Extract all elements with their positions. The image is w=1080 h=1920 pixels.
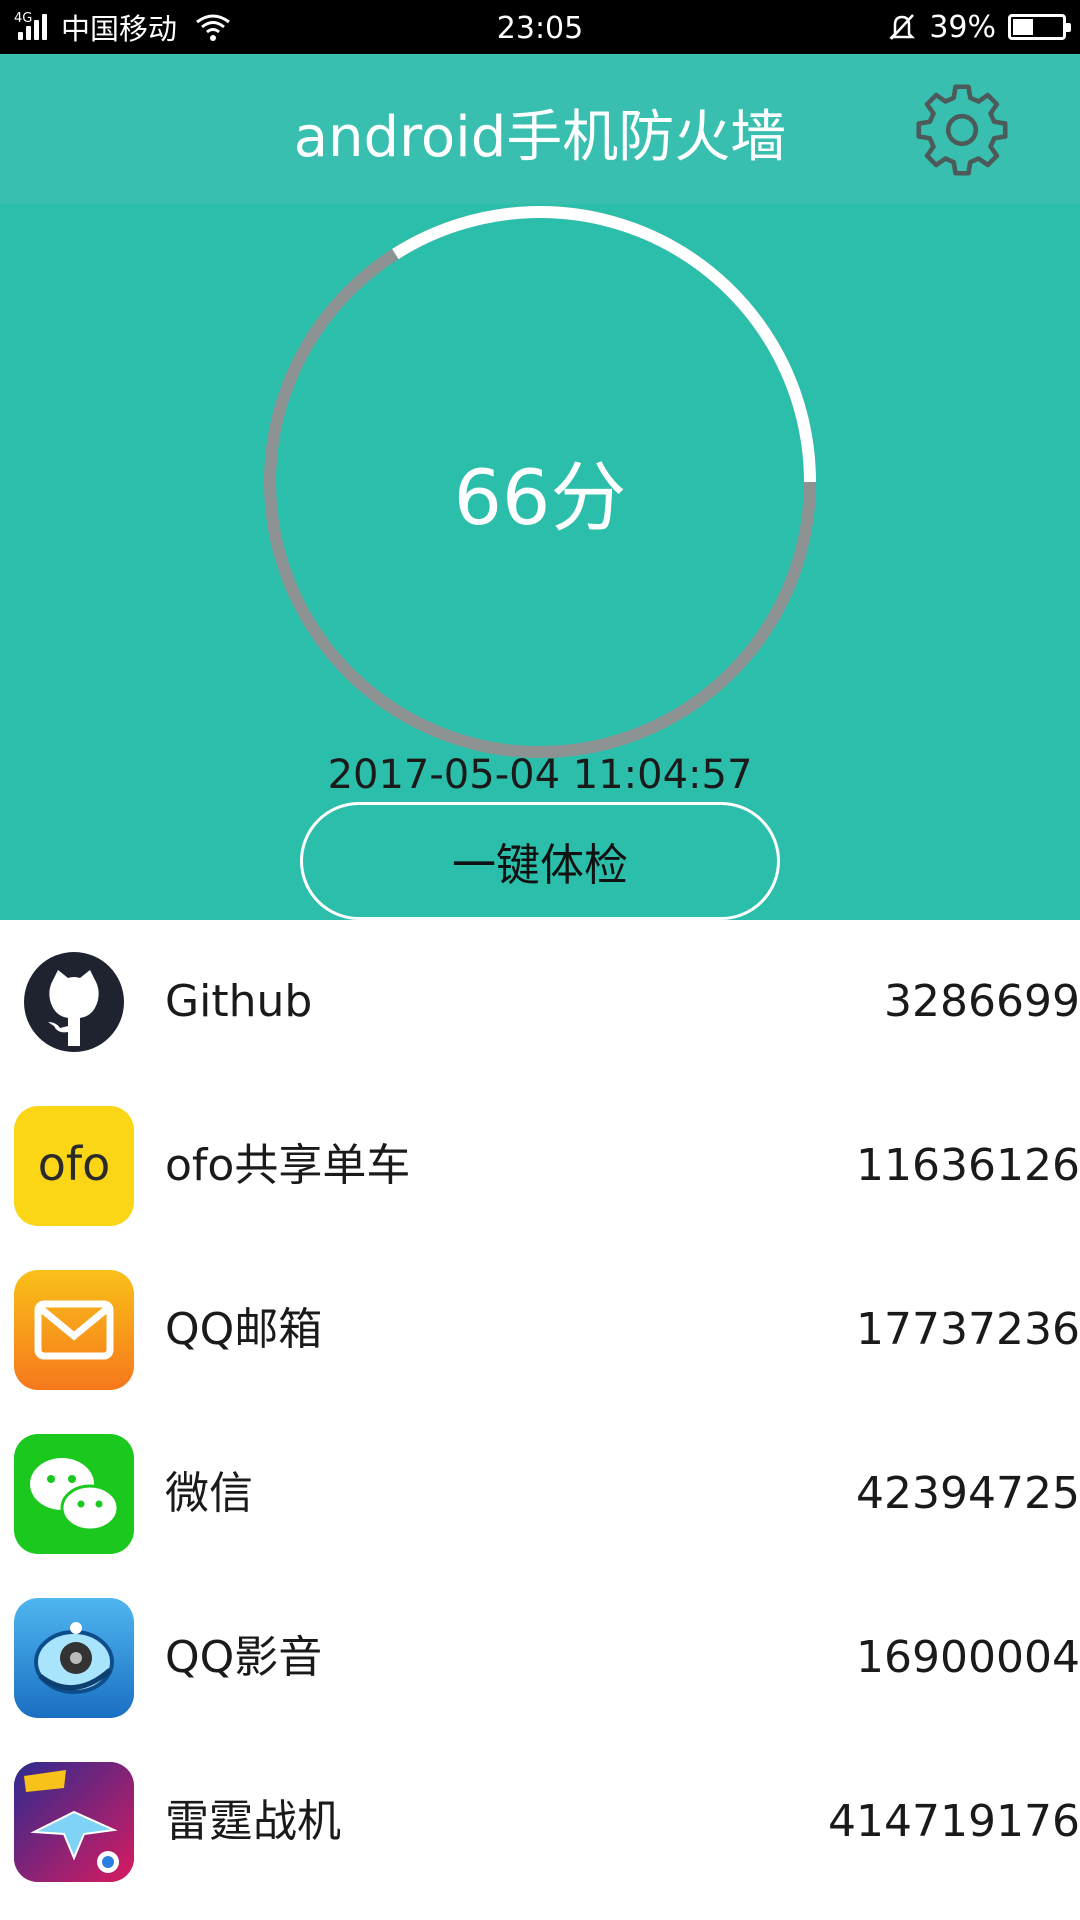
list-item[interactable]: QQ影音 16900004	[0, 1576, 1080, 1740]
svg-text:ofo: ofo	[38, 1137, 110, 1191]
qq-mail-icon	[14, 1270, 134, 1390]
qq-player-icon	[14, 1598, 134, 1718]
app-name: ofo共享单车	[165, 1140, 411, 1191]
score-panel: 66分 2017-05-04 11:04:57 一键体检	[0, 204, 1080, 920]
thunder-fighter-icon	[14, 1762, 134, 1882]
app-value: 17737236	[856, 1304, 1080, 1355]
one-click-check-button[interactable]: 一键体检	[300, 802, 780, 920]
ofo-icon: ofo	[14, 1106, 134, 1226]
gear-icon[interactable]	[916, 84, 1008, 176]
app-name: Github	[165, 976, 313, 1027]
status-bar: 4G 中国移动 23:05 39%	[0, 0, 1080, 54]
list-item[interactable]: ofo ofo共享单车 11636126	[0, 1084, 1080, 1248]
app-name: 微信	[165, 1468, 253, 1519]
app-value: 3286699	[884, 976, 1080, 1027]
battery-icon	[1008, 14, 1071, 40]
last-check-time: 2017-05-04 11:04:57	[327, 752, 753, 798]
app-value: 11636126	[856, 1140, 1080, 1191]
battery-percent: 39%	[929, 9, 996, 45]
silent-bell-icon	[889, 14, 916, 40]
app-value: 16900004	[856, 1632, 1080, 1683]
list-item[interactable]: 雷霆战机 414719176	[0, 1740, 1080, 1904]
app-name: 雷霆战机	[165, 1796, 341, 1847]
score-value: 66分	[453, 453, 627, 542]
app-name: QQ邮箱	[165, 1304, 323, 1355]
list-item[interactable]: QQ邮箱 17737236	[0, 1248, 1080, 1412]
list-item[interactable]: 微信 42394725	[0, 1412, 1080, 1576]
app-list: Github 3286699 ofo ofo共享单车 11636126 QQ邮箱…	[0, 920, 1080, 1904]
app-value: 414719176	[828, 1796, 1080, 1847]
list-item[interactable]: Github 3286699	[0, 920, 1080, 1084]
github-icon	[14, 942, 134, 1062]
app-name: QQ影音	[165, 1632, 323, 1683]
app-header: android手机防火墙	[0, 54, 1080, 204]
app-value: 42394725	[856, 1468, 1080, 1519]
wechat-icon	[14, 1434, 134, 1554]
